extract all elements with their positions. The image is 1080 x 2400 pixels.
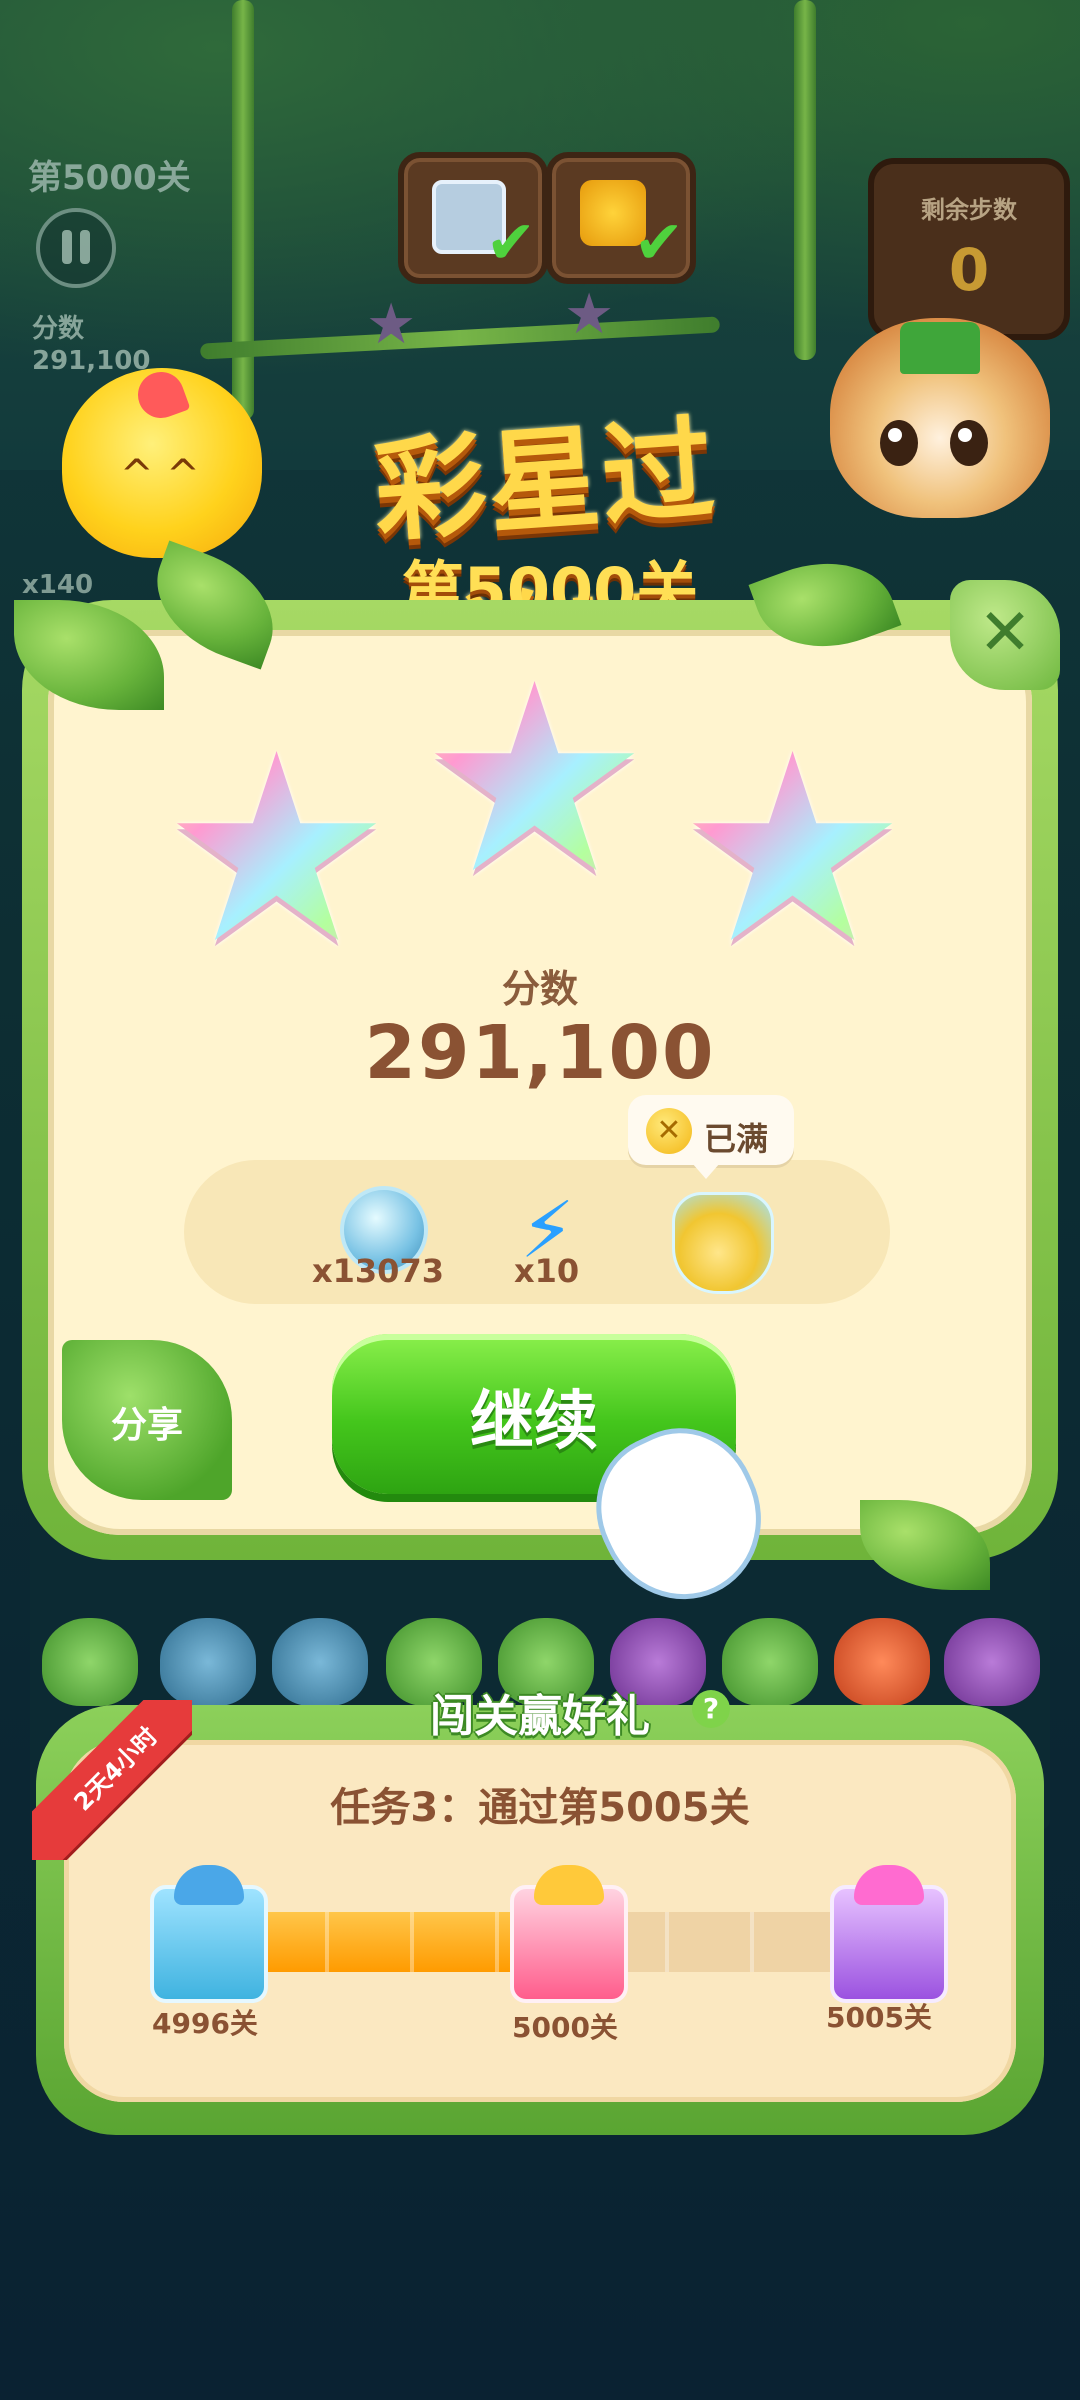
gift-box-purple-icon[interactable] [830,1865,948,2003]
hud-side-counter: x140 [22,570,94,600]
progress-segment [495,1912,499,1972]
progress-segment [750,1912,754,1972]
milestone-label: 5005关 [826,2001,932,2034]
x-coin-icon: ✕ [646,1108,692,1154]
rainbow-star-1: ★ [160,699,394,1001]
goal-block-completed: ✔ [398,152,548,284]
checkmark-icon: ✔ [485,208,536,278]
score-label: 分数 [501,967,578,1011]
share-button[interactable]: 分享 [62,1340,232,1500]
milestone-label: 5000关 [512,2011,618,2044]
full-tooltip-text: 已满 [704,1120,769,1158]
score-value: 291,100 [364,1010,716,1096]
level-indicator: 第5000关 [28,158,191,198]
chick-face: ^ ^ [120,452,200,498]
quest-task: 任务3：通过第5005关 [330,1785,750,1831]
moves-counter: 剩余步数 0 [868,158,1070,340]
gift-box-pink-icon[interactable] [510,1865,628,2003]
pause-button[interactable] [36,208,116,288]
checkmark-icon: ✔ [633,208,684,278]
progress-segment [325,1912,329,1972]
raccoon-hat [900,322,980,374]
rainbow-star-2: ★ [418,629,652,931]
star-icon: ★ [366,292,417,357]
moves-label: 剩余步数 [921,196,1017,224]
milestone-label: 4996关 [152,2007,258,2040]
moves-value: 0 [948,236,990,304]
reward-count-lightning: x10 [514,1252,580,1290]
pause-icon-bar [80,230,90,264]
close-icon: ✕ [978,596,1032,670]
pause-icon [62,230,72,264]
gift-box-blue-icon[interactable] [150,1865,268,2003]
star-icon: ★ [564,282,615,347]
raccoon-eye [880,420,918,466]
raccoon-eye [950,420,988,466]
star-pot-icon [672,1192,774,1294]
vine-right [794,0,816,360]
rainbow-star-3: ★ [676,699,910,1001]
close-button[interactable]: ✕ [950,580,1060,690]
goal-honey-completed: ✔ [546,152,696,284]
progress-segment [410,1912,414,1972]
help-icon[interactable]: ? [692,1690,730,1728]
progress-segment [665,1912,669,1972]
hud-score-label: 分数 [32,314,85,344]
share-label: 分享 [110,1405,183,1446]
reward-count-coins: x13073 [312,1252,444,1290]
